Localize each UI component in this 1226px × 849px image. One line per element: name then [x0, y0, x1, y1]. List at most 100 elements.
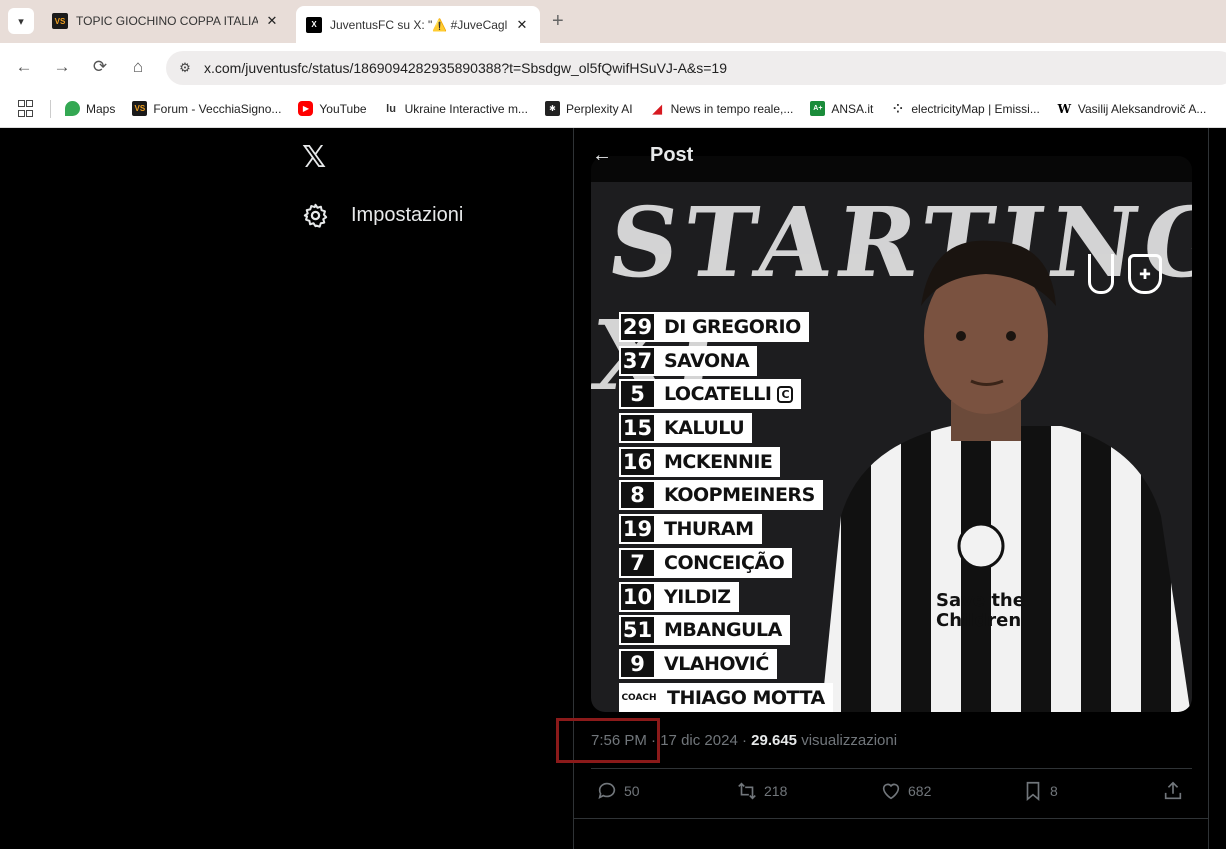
- lineup-row: 37 SAVONA: [619, 345, 833, 376]
- share-icon: [1164, 781, 1182, 800]
- reply-count: 50: [624, 783, 640, 799]
- bookmark-wikipedia[interactable]: W Vasilij Aleksandrovič A...: [1056, 101, 1207, 116]
- bookmark-button[interactable]: 8: [1022, 780, 1058, 802]
- tab-title: JuventusFC su X: "⚠️ #JuveCaglia: [330, 17, 508, 32]
- bookmark-label: electricityMap | Emissi...: [911, 101, 1040, 116]
- player-number: 16: [619, 446, 656, 477]
- player-number: 10: [619, 581, 656, 612]
- player-number: 7: [619, 547, 656, 578]
- back-arrow-icon[interactable]: ←: [592, 144, 612, 167]
- news-icon: ◢: [649, 101, 665, 116]
- address-bar[interactable]: ⚙ x.com/juventusfc/status/18690942829358…: [166, 51, 1226, 85]
- bookmark-label: Vasilij Aleksandrovič A...: [1077, 101, 1207, 116]
- share-button[interactable]: [1162, 780, 1190, 802]
- player-number: 15: [619, 413, 656, 444]
- tab-search-chevron-icon[interactable]: ▾: [8, 8, 34, 34]
- apps-grid-icon[interactable]: [18, 99, 36, 118]
- reload-icon[interactable]: ⟳: [88, 55, 112, 79]
- ansa-icon: A+: [810, 101, 826, 116]
- juventus-logo-icon: [1088, 254, 1114, 294]
- player-number: 19: [619, 514, 656, 545]
- bookmark-label: Forum - VecchiaSigno...: [153, 101, 282, 116]
- bookmark-ansa[interactable]: A+ ANSA.it: [810, 101, 873, 116]
- x-logo-icon[interactable]: 𝕏: [302, 143, 332, 173]
- bookmark-label: Maps: [86, 101, 116, 116]
- bookmark-news[interactable]: ◢ News in tempo reale,...: [649, 101, 793, 116]
- lineup-row: 29 DI GREGORIO: [619, 312, 833, 342]
- tab-juventus-post[interactable]: X JuventusFC su X: "⚠️ #JuveCaglia ✕: [296, 6, 540, 43]
- lineup-row-coach: COACH THIAGO MOTTA: [619, 682, 833, 712]
- player-number: 8: [619, 480, 656, 511]
- x-favicon-icon: X: [306, 16, 322, 33]
- close-tab-icon[interactable]: ✕: [514, 17, 530, 33]
- perplexity-icon: ✱: [544, 101, 560, 116]
- lineup-row: 9 VLAHOVIĆ: [619, 648, 833, 679]
- bookmarks-bar: Maps VS Forum - VecchiaSigno... ▶ YouTub…: [0, 90, 1226, 128]
- bookmark-forum[interactable]: VS Forum - VecchiaSigno...: [132, 101, 281, 116]
- heart-icon: [882, 783, 900, 800]
- player-name: KOOPMEINERS: [656, 480, 823, 511]
- player-name: MCKENNIE: [656, 446, 781, 477]
- repost-icon: [738, 782, 756, 800]
- bookmark-youtube[interactable]: ▶ YouTube: [298, 101, 367, 116]
- player-number: 5: [619, 379, 656, 410]
- player-name: THURAM: [656, 514, 762, 545]
- x-page: 𝕏 Impostazioni ← Post STARTING XI: [0, 128, 1226, 849]
- back-arrow-icon[interactable]: ←: [12, 55, 36, 79]
- electricity-icon: ⁘: [890, 101, 906, 116]
- post-header: ← Post: [574, 128, 1208, 182]
- like-button[interactable]: 682: [880, 780, 931, 802]
- bookmark-electricitymap[interactable]: ⁘ electricityMap | Emissi...: [890, 101, 1040, 116]
- lu-icon: lu: [383, 101, 399, 116]
- settings-link[interactable]: Impostazioni: [302, 202, 463, 229]
- reply-icon: [598, 782, 616, 799]
- post-image[interactable]: STARTING XI Save the Children: [591, 156, 1192, 712]
- bookmark-label: Perplexity AI: [565, 101, 633, 116]
- player-name: KALULU: [656, 413, 753, 444]
- browser-toolbar: ← → ⟳ ⌂ ⚙ x.com/juventusfc/status/186909…: [0, 43, 1226, 90]
- gear-icon: [303, 203, 328, 228]
- lineup-row: 7 CONCEIÇÃO: [619, 547, 833, 578]
- home-icon[interactable]: ⌂: [126, 55, 150, 79]
- like-count: 682: [908, 783, 932, 799]
- divider: [574, 818, 1208, 819]
- tab-forum[interactable]: VS TOPIC GIOCHINO COPPA ITALIA: J ✕: [42, 6, 290, 36]
- settings-label: Impostazioni: [351, 204, 464, 226]
- player-name: DI GREGORIO: [656, 312, 809, 342]
- bookmark-label: Ukraine Interactive m...: [404, 101, 528, 116]
- svg-text:Children: Children: [936, 610, 1021, 631]
- reply-button[interactable]: 50: [596, 780, 640, 802]
- youtube-icon: ▶: [298, 101, 314, 116]
- cagliari-logo-icon: ✚: [1128, 254, 1162, 294]
- bookmark-maps[interactable]: Maps: [65, 101, 115, 116]
- bookmark-perplexity[interactable]: ✱ Perplexity AI: [544, 101, 633, 116]
- bookmark-label: ANSA.it: [831, 101, 874, 116]
- wikipedia-icon: W: [1056, 101, 1072, 116]
- post-date[interactable]: 17 dic 2024: [660, 732, 738, 749]
- site-settings-icon[interactable]: ⚙: [176, 59, 194, 77]
- player-name: CONCEIÇÃO: [656, 547, 793, 578]
- bookmark-label: YouTube: [319, 101, 367, 116]
- lineup-row: 15 KALULU: [619, 413, 833, 444]
- lineup-row: 19 THURAM: [619, 514, 833, 545]
- annotation-highlight-box: [556, 718, 660, 763]
- new-tab-button[interactable]: +: [552, 10, 564, 33]
- player-number: 51: [619, 615, 656, 646]
- player-name-wrap: LOCATELLI C: [656, 379, 802, 410]
- lineup-row: 51 MBANGULA: [619, 615, 833, 646]
- player-name: YILDIZ: [656, 581, 739, 612]
- close-tab-icon[interactable]: ✕: [264, 13, 280, 29]
- bookmark-count: 8: [1050, 783, 1058, 799]
- player-name: VLAHOVIĆ: [656, 648, 777, 679]
- lineup-row: 5 LOCATELLI C: [619, 379, 833, 410]
- lineup-row: 16 MCKENNIE: [619, 446, 833, 477]
- player-number: 29: [619, 312, 656, 342]
- post-column: ← Post STARTING XI Save: [573, 128, 1209, 849]
- bookmark-ukraine-map[interactable]: lu Ukraine Interactive m...: [383, 101, 528, 116]
- repost-button[interactable]: 218: [736, 780, 787, 802]
- club-logos: ✚: [1088, 254, 1162, 294]
- post-actions: 50 218 682 8: [574, 780, 1208, 810]
- forward-arrow-icon[interactable]: →: [50, 55, 74, 79]
- coach-label: COACH: [619, 682, 659, 712]
- bookmark-icon: [1026, 781, 1040, 802]
